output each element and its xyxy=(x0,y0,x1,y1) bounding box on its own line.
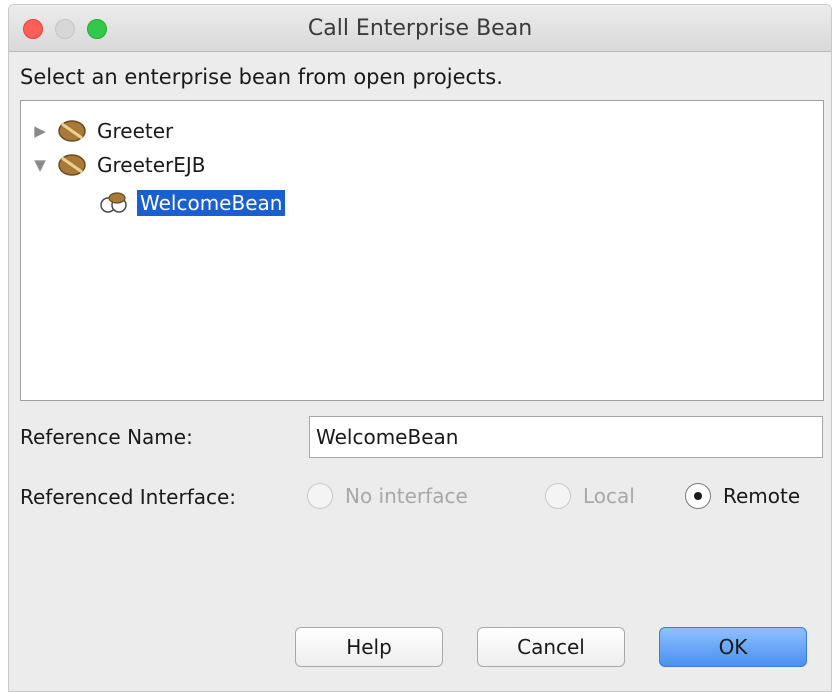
tree-node-label: Greeter xyxy=(97,119,174,143)
radio-local: Local xyxy=(545,483,635,509)
help-button[interactable]: Help xyxy=(295,627,443,667)
dialog-window: Call Enterprise Bean Select an enterpris… xyxy=(8,4,832,692)
bean-project-icon xyxy=(58,154,86,176)
window-title: Call Enterprise Bean xyxy=(307,16,533,41)
reference-name-input[interactable] xyxy=(309,416,823,458)
tree-node-label: GreeterEJB xyxy=(97,153,206,177)
radio-label: Local xyxy=(583,484,635,508)
bean-project-icon xyxy=(58,120,86,142)
collapsed-arrow-icon[interactable]: ▶ xyxy=(29,122,51,140)
radio-checked-icon[interactable] xyxy=(685,483,711,509)
session-bean-icon xyxy=(100,192,127,213)
radio-no-interface: No interface xyxy=(307,483,468,509)
referenced-interface-label: Referenced Interface: xyxy=(20,485,237,509)
ok-button[interactable]: OK xyxy=(659,627,807,667)
radio-remote[interactable]: Remote xyxy=(685,483,800,509)
radio-label: Remote xyxy=(723,484,801,508)
bean-tree[interactable]: ▶ Greeter ▼ GreeterEJB WelcomeBean xyxy=(20,100,824,401)
tree-node-welcomebean[interactable]: WelcomeBean xyxy=(99,187,286,219)
tree-node-label: WelcomeBean xyxy=(137,190,286,216)
expanded-arrow-icon[interactable]: ▼ xyxy=(29,156,51,174)
tree-node-greeterejb[interactable]: ▼ GreeterEJB xyxy=(29,149,206,181)
radio-label: No interface xyxy=(345,484,468,508)
cancel-button[interactable]: Cancel xyxy=(477,627,625,667)
radio-unchecked-icon xyxy=(307,483,333,509)
instruction-text: Select an enterprise bean from open proj… xyxy=(20,65,503,89)
title-bar[interactable]: Call Enterprise Bean xyxy=(9,5,831,52)
radio-unchecked-icon xyxy=(545,483,571,509)
tree-node-greeter[interactable]: ▶ Greeter xyxy=(29,115,173,147)
reference-name-label: Reference Name: xyxy=(20,425,193,449)
